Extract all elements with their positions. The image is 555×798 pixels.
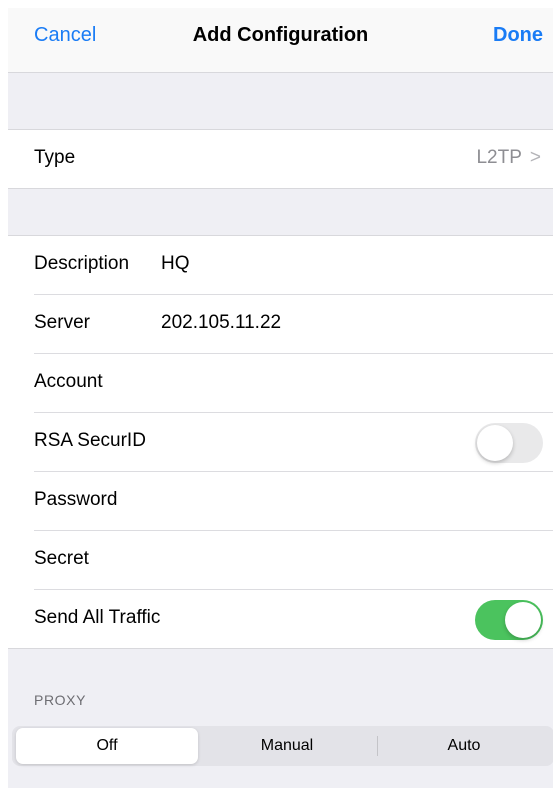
proxy-option-manual[interactable]: Manual bbox=[198, 726, 376, 766]
proxy-option-auto[interactable]: Auto bbox=[378, 726, 550, 766]
type-value: L2TP > bbox=[476, 147, 541, 169]
server-field[interactable]: 202.105.11.22 bbox=[161, 312, 281, 334]
account-row[interactable]: Account bbox=[34, 354, 553, 413]
server-label: Server bbox=[34, 312, 90, 333]
description-field[interactable]: HQ bbox=[161, 253, 190, 275]
rsa-securid-toggle[interactable] bbox=[475, 423, 543, 463]
rsa-securid-label: RSA SecurID bbox=[34, 430, 146, 451]
password-row[interactable]: Password bbox=[34, 472, 553, 531]
page-title: Add Configuration bbox=[192, 24, 369, 46]
send-all-traffic-toggle[interactable] bbox=[475, 600, 543, 640]
proxy-segmented-control: Off Manual Auto bbox=[12, 726, 553, 766]
toggle-knob bbox=[505, 602, 541, 638]
rsa-securid-row: RSA SecurID bbox=[34, 413, 553, 472]
send-all-traffic-row: Send All Traffic bbox=[34, 590, 553, 648]
type-selected-value: L2TP bbox=[476, 147, 522, 168]
chevron-right-icon: > bbox=[529, 147, 541, 168]
proxy-section-header: PROXY bbox=[34, 692, 87, 708]
server-row[interactable]: Server 202.105.11.22 bbox=[34, 295, 553, 354]
type-row[interactable]: Type L2TP > bbox=[34, 130, 553, 188]
configuration-fields-group: Description HQ Server 202.105.11.22 Acco… bbox=[8, 235, 553, 649]
toggle-knob bbox=[477, 425, 513, 461]
secret-row[interactable]: Secret bbox=[34, 531, 553, 590]
secret-label: Secret bbox=[34, 548, 89, 569]
send-all-traffic-label: Send All Traffic bbox=[34, 607, 161, 628]
proxy-option-off[interactable]: Off bbox=[16, 728, 198, 764]
navigation-bar: Cancel Add Configuration Done bbox=[8, 8, 553, 73]
done-button[interactable]: Done bbox=[493, 24, 543, 47]
add-configuration-screen: Cancel Add Configuration Done Type L2TP >… bbox=[8, 8, 553, 788]
account-label: Account bbox=[34, 371, 103, 392]
description-label: Description bbox=[34, 253, 130, 274]
type-group: Type L2TP > bbox=[8, 129, 553, 189]
description-row[interactable]: Description HQ bbox=[34, 236, 553, 295]
type-label: Type bbox=[34, 147, 76, 168]
password-label: Password bbox=[34, 489, 118, 510]
